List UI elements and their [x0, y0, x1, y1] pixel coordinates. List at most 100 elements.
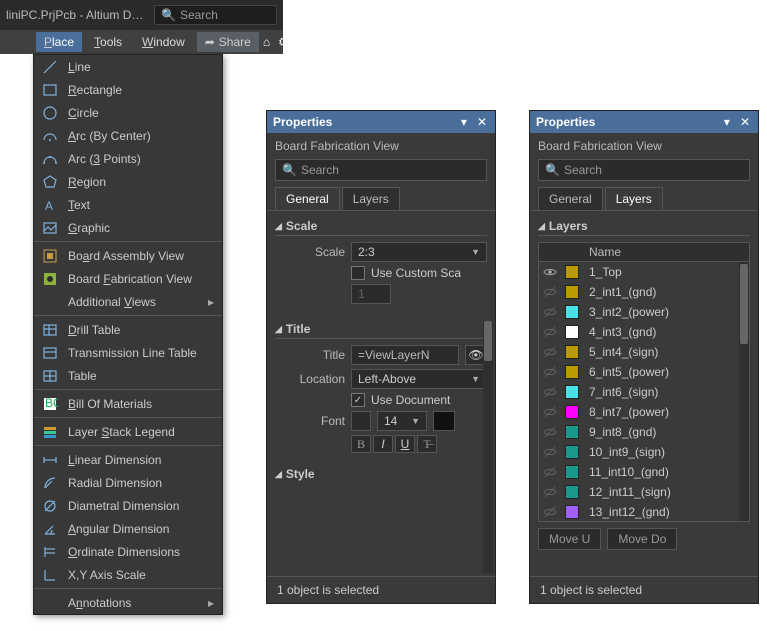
underline-button[interactable]: U [395, 435, 415, 453]
layer-row[interactable]: 3_int2_(power) [539, 302, 749, 322]
layer-row[interactable]: 6_int5_(power) [539, 362, 749, 382]
layer-color-swatch[interactable] [561, 445, 583, 459]
layer-row[interactable]: 4_int3_(gnd) [539, 322, 749, 342]
layer-row[interactable]: 12_int11_(sign) [539, 482, 749, 502]
menu-item-line[interactable]: Line [34, 55, 222, 78]
layer-color-swatch[interactable] [561, 285, 583, 299]
collapse-icon[interactable]: ◢ [275, 469, 282, 480]
layer-visibility-toggle[interactable] [539, 505, 561, 519]
panel-search-input[interactable]: 🔍 Search [538, 159, 750, 181]
tab-general[interactable]: General [538, 187, 603, 210]
panel-dropdown-icon[interactable]: ▾ [722, 115, 732, 129]
layer-visibility-toggle[interactable] [539, 425, 561, 439]
menu-item-linear-dimension[interactable]: Linear Dimension [34, 448, 222, 471]
layer-color-swatch[interactable] [561, 465, 583, 479]
layer-row[interactable]: 1_Top [539, 262, 749, 282]
layer-row[interactable]: 2_int1_(gnd) [539, 282, 749, 302]
menu-item-drill-table[interactable]: Drill Table [34, 318, 222, 341]
layer-color-swatch[interactable] [561, 345, 583, 359]
menu-item-circle[interactable]: Circle [34, 101, 222, 124]
layer-row[interactable]: 7_int6_(sign) [539, 382, 749, 402]
use-document-checkbox[interactable]: ✓ [351, 393, 365, 407]
menu-item-x-y-axis-scale[interactable]: X,Y Axis Scale [34, 563, 222, 586]
layer-visibility-toggle[interactable] [539, 485, 561, 499]
bold-button[interactable]: B [351, 435, 371, 453]
collapse-icon[interactable]: ◢ [538, 221, 545, 232]
panel-close-icon[interactable]: ✕ [475, 115, 489, 129]
layer-row[interactable]: 11_int10_(gnd) [539, 462, 749, 482]
use-custom-scale-checkbox[interactable] [351, 266, 365, 280]
layer-color-swatch[interactable] [561, 485, 583, 499]
layers-scrollbar[interactable] [739, 262, 749, 521]
layer-color-swatch[interactable] [561, 365, 583, 379]
layer-color-swatch[interactable] [561, 425, 583, 439]
layer-row[interactable]: 10_int9_(sign) [539, 442, 749, 462]
font-family-input[interactable] [351, 411, 371, 431]
tab-general[interactable]: General [275, 187, 340, 210]
layer-visibility-toggle[interactable] [539, 405, 561, 419]
menu-item-additional-views[interactable]: Additional Views▸ [34, 290, 222, 313]
global-search-input[interactable]: 🔍 Search [154, 5, 277, 25]
menu-item-arc-by-center-[interactable]: Arc (By Center) [34, 124, 222, 147]
menu-item-region[interactable]: Region [34, 170, 222, 193]
layer-row[interactable]: 8_int7_(power) [539, 402, 749, 422]
layer-visibility-toggle[interactable] [539, 285, 561, 299]
title-input[interactable]: =ViewLayerN [351, 345, 459, 365]
move-down-button[interactable]: Move Do [607, 528, 677, 550]
menu-item-transmission-line-table[interactable]: Transmission Line Table [34, 341, 222, 364]
panel-search-input[interactable]: 🔍 Search [275, 159, 487, 181]
menu-item-rectangle[interactable]: Rectangle [34, 78, 222, 101]
layer-visibility-toggle[interactable] [539, 445, 561, 459]
layer-color-swatch[interactable] [561, 385, 583, 399]
menu-item-layer-stack-legend[interactable]: Layer Stack Legend [34, 420, 222, 443]
italic-button[interactable]: I [373, 435, 393, 453]
menu-item-annotations[interactable]: Annotations▸ [34, 591, 222, 614]
tab-layers[interactable]: Layers [605, 187, 663, 210]
layer-color-swatch[interactable] [561, 405, 583, 419]
menu-item-arc-3-points-[interactable]: Arc (3 Points) [34, 147, 222, 170]
menu-item-radial-dimension[interactable]: Radial Dimension [34, 471, 222, 494]
layer-color-swatch[interactable] [561, 325, 583, 339]
layer-visibility-toggle[interactable] [539, 365, 561, 379]
layer-color-swatch[interactable] [561, 265, 583, 279]
layer-row[interactable]: 5_int4_(sign) [539, 342, 749, 362]
layer-visibility-toggle[interactable] [539, 265, 561, 279]
layer-visibility-toggle[interactable] [539, 325, 561, 339]
scale-select[interactable]: 2:3 ▼ [351, 242, 487, 262]
layer-color-swatch[interactable] [561, 305, 583, 319]
menu-window[interactable]: Window [134, 32, 193, 52]
panel-scrollbar[interactable] [483, 321, 493, 573]
menu-item-diametral-dimension[interactable]: Diametral Dimension [34, 494, 222, 517]
location-select[interactable]: Left-Above ▼ [351, 369, 487, 389]
font-color-swatch[interactable] [433, 411, 455, 431]
panel-close-icon[interactable]: ✕ [738, 115, 752, 129]
scrollbar-thumb[interactable] [740, 264, 748, 344]
menu-item-board-fabrication-view[interactable]: Board Fabrication View [34, 267, 222, 290]
layer-visibility-toggle[interactable] [539, 465, 561, 479]
layer-row[interactable]: 9_int8_(gnd) [539, 422, 749, 442]
menu-item-angular-dimension[interactable]: Angular Dimension [34, 517, 222, 540]
menu-item-bill-of-materials[interactable]: BOMBill Of Materials [34, 392, 222, 415]
layer-visibility-toggle[interactable] [539, 345, 561, 359]
layer-visibility-toggle[interactable] [539, 385, 561, 399]
menu-place[interactable]: Place [36, 32, 82, 52]
menu-tools[interactable]: Tools [86, 32, 130, 52]
panel-dropdown-icon[interactable]: ▾ [459, 115, 469, 129]
layer-color-swatch[interactable] [561, 505, 583, 519]
font-size-select[interactable]: 14 ▼ [377, 411, 427, 431]
menu-item-text[interactable]: AText [34, 193, 222, 216]
home-icon[interactable]: ⌂ [263, 35, 270, 49]
layer-visibility-toggle[interactable] [539, 305, 561, 319]
menu-item-graphic[interactable]: Graphic [34, 216, 222, 239]
menu-item-ordinate-dimensions[interactable]: Ordinate Dimensions [34, 540, 222, 563]
collapse-icon[interactable]: ◢ [275, 324, 282, 335]
layer-row[interactable]: 13_int12_(gnd) [539, 502, 749, 522]
move-up-button[interactable]: Move U [538, 528, 601, 550]
collapse-icon[interactable]: ◢ [275, 221, 282, 232]
menu-item-board-assembly-view[interactable]: Board Assembly View [34, 244, 222, 267]
tab-layers[interactable]: Layers [342, 187, 400, 210]
scrollbar-thumb[interactable] [484, 321, 492, 361]
share-button[interactable]: ➦ Share [197, 32, 259, 52]
menu-item-table[interactable]: Table [34, 364, 222, 387]
strikethrough-button[interactable]: T̶ [417, 435, 437, 453]
